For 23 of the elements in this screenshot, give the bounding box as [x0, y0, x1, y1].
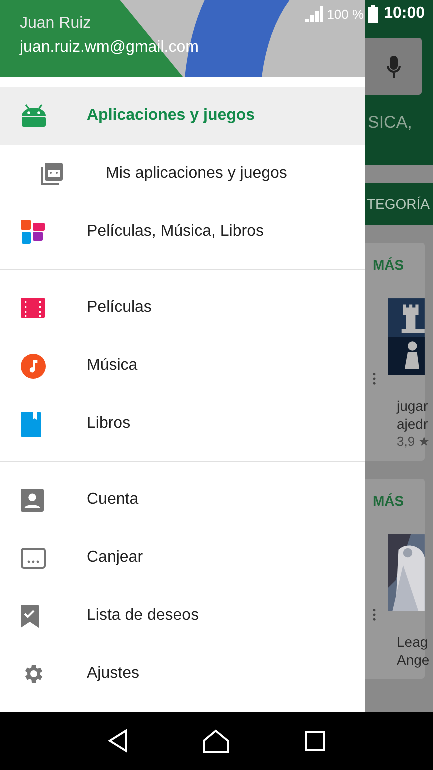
back-icon[interactable] — [108, 729, 128, 753]
entertainment-icon — [21, 220, 45, 244]
android-icon — [21, 104, 47, 128]
more-options-icon — [373, 371, 376, 387]
drawer-item[interactable]: Aplicaciones y juegos — [0, 87, 365, 145]
banner-text: SICA, — [368, 113, 414, 133]
home-icon[interactable] — [203, 729, 230, 753]
battery-level: 100 % — [327, 6, 364, 22]
app-title: Leag — [397, 633, 425, 651]
music-note-icon — [21, 354, 46, 378]
card-dots-icon — [21, 548, 46, 568]
clock: 10:00 — [384, 5, 425, 23]
account-name: Juan Ruiz — [20, 14, 92, 34]
more-options-icon — [373, 607, 376, 623]
app-library-icon — [40, 162, 64, 186]
battery-icon — [368, 5, 378, 23]
microphone-icon — [386, 56, 400, 78]
film-icon — [21, 298, 45, 318]
account-icon — [21, 488, 44, 512]
signal-icon — [305, 6, 324, 22]
book-icon — [21, 412, 41, 436]
bookmark-check-icon — [21, 604, 39, 628]
recents-icon[interactable] — [305, 731, 326, 751]
